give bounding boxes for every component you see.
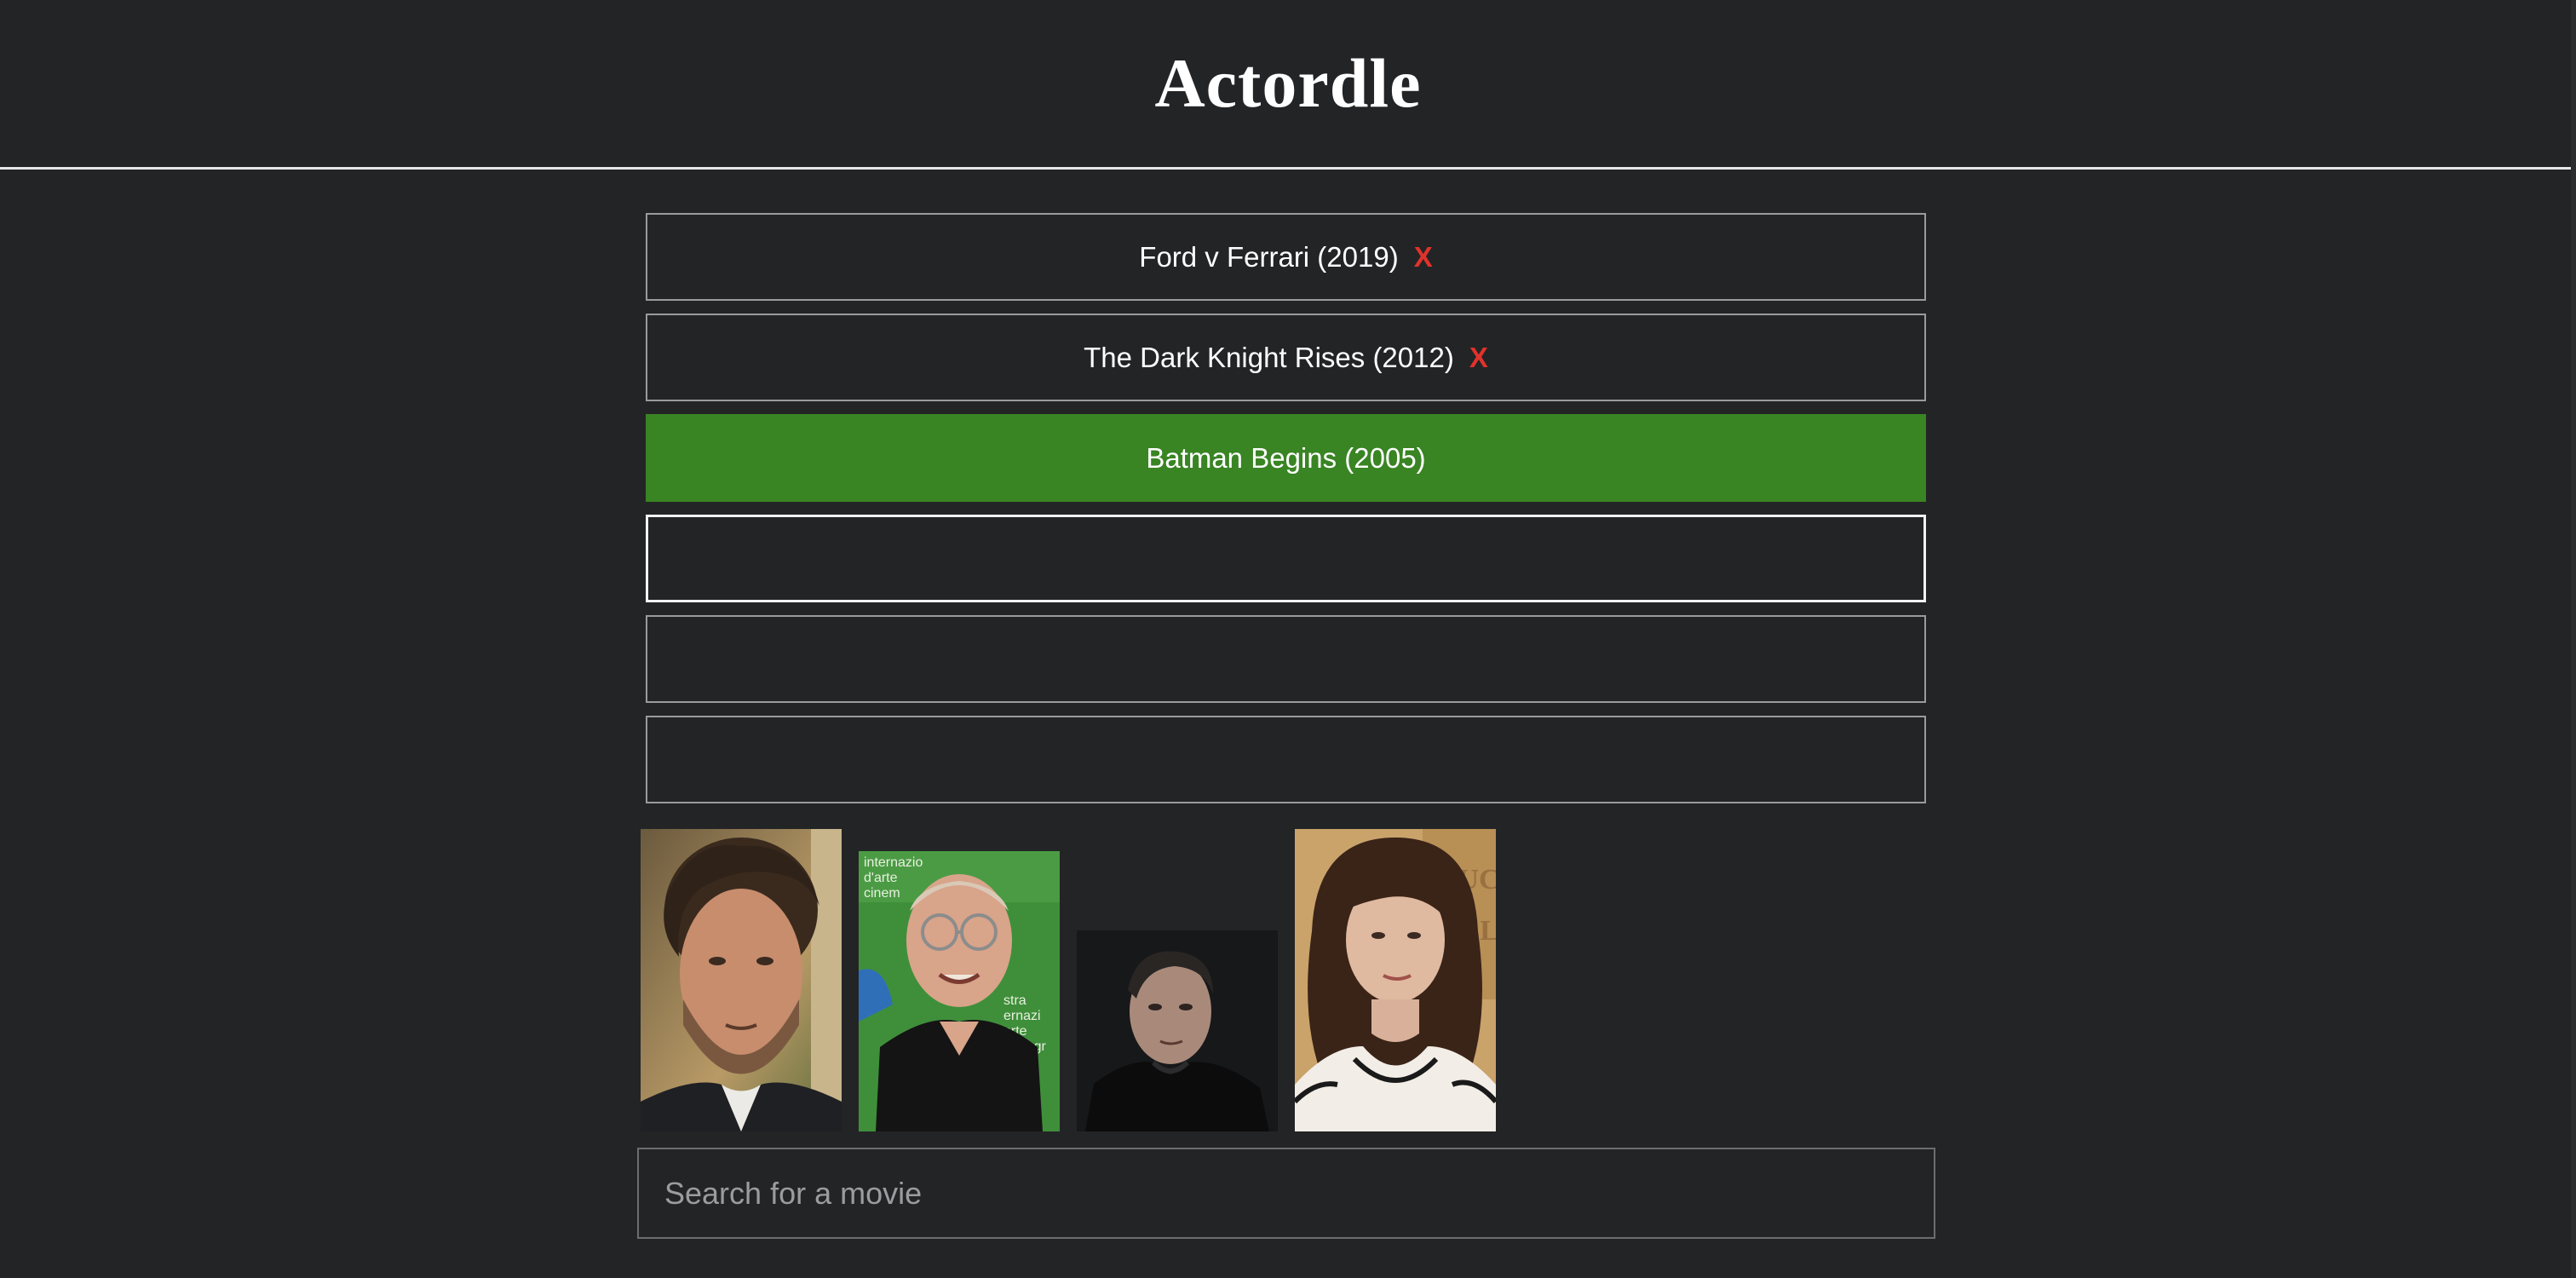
actor-photo-2: internazio d'arte cinem stra ernazi arte… bbox=[859, 851, 1060, 1131]
svg-text:stra: stra bbox=[1003, 993, 1026, 1008]
wrong-mark-icon: X bbox=[1413, 240, 1433, 273]
search-box bbox=[637, 1148, 1935, 1239]
header-divider bbox=[0, 167, 2571, 170]
wrong-mark-icon: X bbox=[1469, 341, 1488, 373]
actordle-page: Actordle Ford v Ferrari (2019) X The Dar… bbox=[0, 0, 2576, 1278]
guess-row-1: Ford v Ferrari (2019) X bbox=[646, 213, 1926, 301]
svg-text:internazio: internazio bbox=[864, 855, 923, 870]
svg-text:cinem: cinem bbox=[864, 886, 900, 901]
header: Actordle bbox=[0, 0, 2576, 168]
guess-label: The Dark Knight Rises (2012) bbox=[1084, 341, 1454, 373]
guess-list: Ford v Ferrari (2019) X The Dark Knight … bbox=[646, 213, 1926, 816]
actor-photo-3 bbox=[1077, 930, 1278, 1131]
guess-row-6 bbox=[646, 716, 1926, 803]
guess-label: Batman Begins (2005) bbox=[1146, 441, 1426, 474]
scrollbar-track[interactable] bbox=[2571, 0, 2576, 1278]
actor-photos: internazio d'arte cinem stra ernazi arte… bbox=[641, 829, 1509, 1131]
actor-photo-4: GUC ALL bbox=[1295, 829, 1496, 1131]
search-input[interactable] bbox=[637, 1148, 1935, 1239]
svg-text:d'arte: d'arte bbox=[864, 871, 898, 885]
page-title: Actordle bbox=[1154, 43, 1422, 122]
guess-row-5 bbox=[646, 615, 1926, 703]
svg-text:ernazi: ernazi bbox=[1003, 1009, 1041, 1023]
guess-row-3: Batman Begins (2005) bbox=[646, 414, 1926, 502]
guess-row-4 bbox=[646, 515, 1926, 602]
guess-row-2: The Dark Knight Rises (2012) X bbox=[646, 314, 1926, 401]
guess-label: Ford v Ferrari (2019) bbox=[1139, 240, 1399, 273]
actor-photo-1 bbox=[641, 829, 842, 1131]
